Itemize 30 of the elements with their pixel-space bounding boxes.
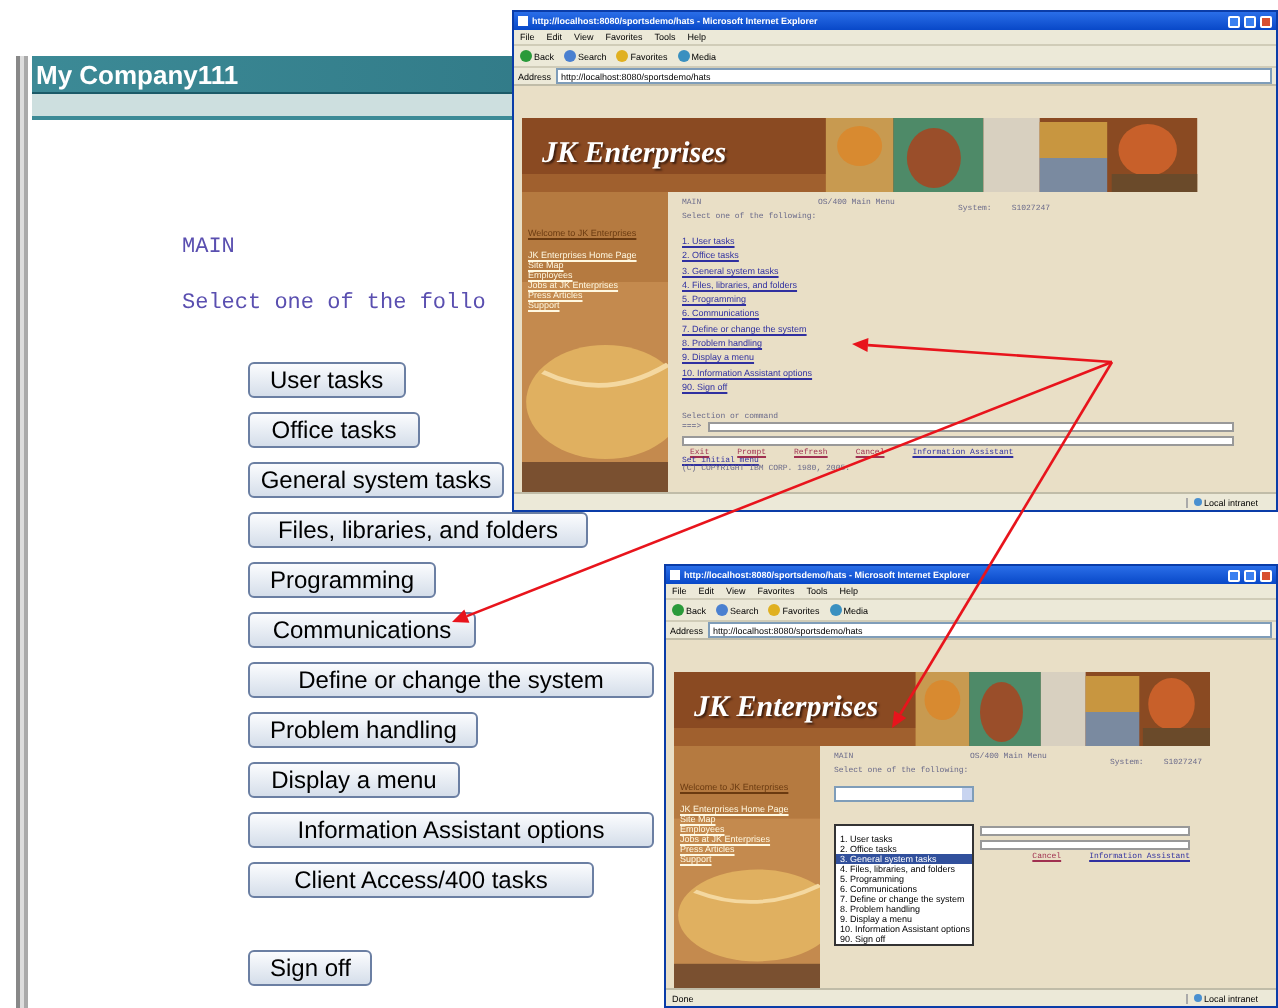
close-button[interactable] [1260, 15, 1272, 27]
maximize-button[interactable] [1244, 15, 1256, 27]
input-field[interactable] [682, 436, 1235, 447]
globe-icon [1194, 994, 1202, 1002]
site-title: My Company111 [36, 59, 239, 89]
menu-option-button[interactable]: Communications [248, 612, 476, 648]
option-dropdown[interactable] [834, 786, 974, 802]
command-field[interactable] [707, 422, 1235, 433]
menu-option-button[interactable]: Define or change the system [248, 662, 654, 698]
maximize-button[interactable] [1244, 569, 1256, 581]
close-button[interactable] [1260, 569, 1272, 581]
menu-option-button[interactable]: General system tasks [248, 462, 504, 498]
minimize-button[interactable] [1228, 15, 1240, 27]
menu-option-button[interactable]: Display a menu [248, 762, 460, 798]
input-field[interactable] [980, 826, 1190, 836]
input-field[interactable] [980, 840, 1190, 850]
page-icon [670, 570, 680, 580]
menu-option-button[interactable]: Office tasks [248, 412, 420, 448]
menu-option-button[interactable]: User tasks [248, 362, 406, 398]
menu-heading: MAIN [182, 236, 235, 260]
globe-icon [1194, 498, 1202, 506]
minimize-button[interactable] [1228, 569, 1240, 581]
menu-option-button[interactable]: Information Assistant options [248, 812, 654, 848]
menu-option-button[interactable]: Programming [248, 562, 437, 598]
page-icon [518, 16, 528, 26]
menu-option-button[interactable]: Problem handling [248, 712, 479, 748]
instruction-text: Select one of the follo [182, 292, 486, 316]
menu-option-button[interactable]: Sign off [248, 950, 373, 986]
menu-option-button[interactable]: Client Access/400 tasks [248, 862, 594, 898]
menu-option-button[interactable]: Files, libraries, and folders [248, 512, 588, 548]
